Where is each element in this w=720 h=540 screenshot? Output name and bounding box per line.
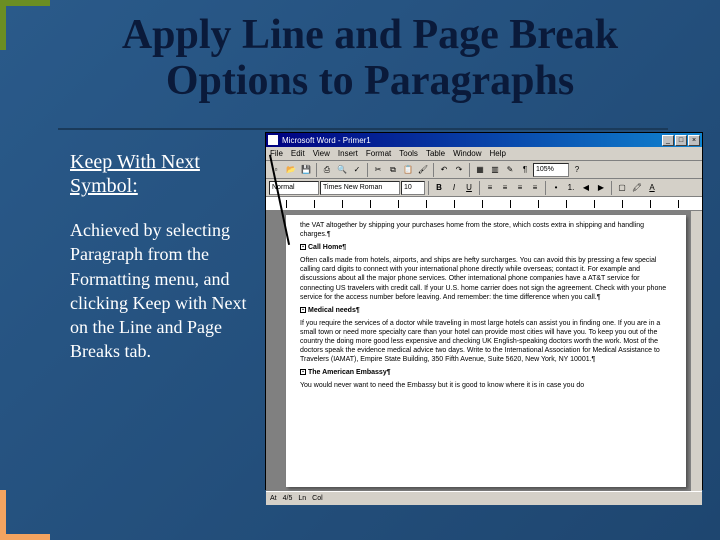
menu-file[interactable]: File xyxy=(270,149,283,158)
doc-paragraph: You would never want to need the Embassy… xyxy=(300,381,672,390)
menu-help[interactable]: Help xyxy=(490,149,506,158)
corner-accent-bottom-left xyxy=(0,490,50,540)
numbering-icon[interactable]: 1. xyxy=(564,181,578,195)
borders-icon[interactable]: ▢ xyxy=(615,181,629,195)
title-divider xyxy=(58,128,668,130)
menu-insert[interactable]: Insert xyxy=(338,149,358,158)
decrease-indent-icon[interactable]: ◀ xyxy=(579,181,593,195)
zoom-dropdown[interactable]: 105% xyxy=(533,163,569,177)
font-color-icon[interactable]: A xyxy=(645,181,659,195)
keep-with-next-symbol: ▪ xyxy=(300,244,306,250)
standard-toolbar: ▫ 📂 💾 ⎙ 🔍 ✓ ✂ ⧉ 📋 🖌 ↶ ↷ ▦ ▥ ✎ ¶ 105% ? xyxy=(266,161,702,179)
left-text-column: Keep With Next Symbol: Achieved by selec… xyxy=(70,150,250,364)
bold-icon[interactable]: B xyxy=(432,181,446,195)
underline-icon[interactable]: U xyxy=(462,181,476,195)
drawing-icon[interactable]: ✎ xyxy=(503,163,517,177)
align-right-icon[interactable]: ≡ xyxy=(513,181,527,195)
show-hide-icon[interactable]: ¶ xyxy=(518,163,532,177)
help-icon[interactable]: ? xyxy=(570,163,584,177)
save-icon[interactable]: 💾 xyxy=(299,163,313,177)
status-col: Col xyxy=(312,495,323,502)
spell-icon[interactable]: ✓ xyxy=(350,163,364,177)
menu-tools[interactable]: Tools xyxy=(399,149,418,158)
close-button[interactable]: × xyxy=(688,135,700,146)
ruler[interactable] xyxy=(266,197,702,211)
doc-heading: The American Embassy¶ xyxy=(308,369,391,376)
status-page: At xyxy=(270,495,277,502)
menu-edit[interactable]: Edit xyxy=(291,149,305,158)
redo-icon[interactable]: ↷ xyxy=(452,163,466,177)
columns-icon[interactable]: ▥ xyxy=(488,163,502,177)
doc-paragraph: If you require the services of a doctor … xyxy=(300,319,672,364)
justify-icon[interactable]: ≡ xyxy=(528,181,542,195)
table-icon[interactable]: ▦ xyxy=(473,163,487,177)
menu-view[interactable]: View xyxy=(313,149,330,158)
align-center-icon[interactable]: ≡ xyxy=(498,181,512,195)
titlebar: Microsoft Word - Primer1 _ □ × xyxy=(266,133,702,147)
print-icon[interactable]: ⎙ xyxy=(320,163,334,177)
doc-paragraph: the VAT altogether by shipping your purc… xyxy=(300,221,672,239)
word-icon xyxy=(268,135,278,145)
statusbar: At 4/5 Ln Col xyxy=(266,491,702,505)
menubar: File Edit View Insert Format Tools Table… xyxy=(266,147,702,161)
titlebar-text: Microsoft Word - Primer1 xyxy=(282,136,662,145)
word-window: Microsoft Word - Primer1 _ □ × File Edit… xyxy=(265,132,703,490)
size-dropdown[interactable]: 10 xyxy=(401,181,425,195)
increase-indent-icon[interactable]: ▶ xyxy=(594,181,608,195)
keep-with-next-symbol: ▪ xyxy=(300,307,306,313)
slide-title: Apply Line and Page Break Options to Par… xyxy=(60,12,680,104)
menu-window[interactable]: Window xyxy=(453,149,481,158)
doc-paragraph: Often calls made from hotels, airports, … xyxy=(300,256,672,301)
format-painter-icon[interactable]: 🖌 xyxy=(416,163,430,177)
font-dropdown[interactable]: Times New Roman xyxy=(320,181,400,195)
vertical-scrollbar[interactable] xyxy=(690,211,702,491)
formatting-toolbar: Normal Times New Roman 10 B I U ≡ ≡ ≡ ≡ … xyxy=(266,179,702,197)
minimize-button[interactable]: _ xyxy=(662,135,674,146)
status-sec: 4/5 xyxy=(283,495,293,502)
cut-icon[interactable]: ✂ xyxy=(371,163,385,177)
page: the VAT altogether by shipping your purc… xyxy=(286,215,686,487)
document-area[interactable]: the VAT altogether by shipping your purc… xyxy=(266,211,702,491)
subheading: Keep With Next Symbol: xyxy=(70,150,250,198)
menu-table[interactable]: Table xyxy=(426,149,445,158)
bullets-icon[interactable]: • xyxy=(549,181,563,195)
align-left-icon[interactable]: ≡ xyxy=(483,181,497,195)
maximize-button[interactable]: □ xyxy=(675,135,687,146)
doc-heading: Call Home¶ xyxy=(308,244,346,251)
italic-icon[interactable]: I xyxy=(447,181,461,195)
undo-icon[interactable]: ↶ xyxy=(437,163,451,177)
open-icon[interactable]: 📂 xyxy=(284,163,298,177)
doc-heading: Medical needs¶ xyxy=(308,307,360,314)
preview-icon[interactable]: 🔍 xyxy=(335,163,349,177)
status-ln: Ln xyxy=(298,495,306,502)
copy-icon[interactable]: ⧉ xyxy=(386,163,400,177)
keep-with-next-symbol: ▪ xyxy=(300,369,306,375)
paste-icon[interactable]: 📋 xyxy=(401,163,415,177)
corner-accent-top-left xyxy=(0,0,50,50)
highlight-icon[interactable]: 🖍 xyxy=(630,181,644,195)
menu-format[interactable]: Format xyxy=(366,149,391,158)
body-text: Achieved by selecting Paragraph from the… xyxy=(70,218,250,364)
